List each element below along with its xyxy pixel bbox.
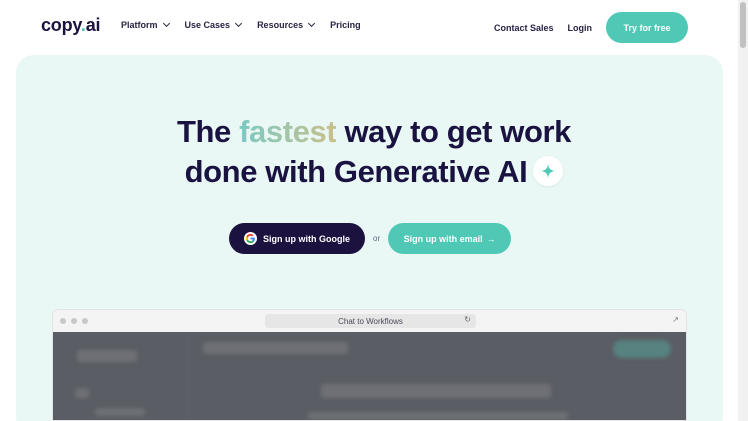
blurred-subtext	[308, 412, 568, 420]
blurred-title	[203, 342, 348, 354]
nav-label-platform: Platform	[121, 20, 158, 30]
or-separator: or	[373, 234, 381, 243]
logo-text-ai: ai	[85, 15, 101, 35]
sign-up-email-button[interactable]: Sign up with email →	[388, 223, 512, 254]
blurred-nav-icon	[75, 388, 89, 398]
blurred-logo	[77, 350, 137, 362]
product-preview-window: Chat to Workflows ↻ ↗	[52, 309, 687, 421]
browser-toolbar: Chat to Workflows ↻ ↗	[53, 310, 686, 332]
top-nav: copy.ai Platform Use Cases Resources Pri…	[0, 0, 738, 54]
email-button-label: Sign up with email	[403, 233, 483, 244]
blurred-button	[613, 340, 671, 358]
app-preview-screen	[53, 332, 686, 420]
google-icon	[244, 232, 257, 245]
signup-cta-row: Sign up with Google or Sign up with emai…	[229, 223, 512, 254]
right-nav: Contact Sales Login Try for free	[494, 12, 688, 43]
headline-line-1: The fastest way to get work	[0, 112, 748, 152]
scrollbar-thumb[interactable]	[740, 2, 746, 48]
login-link[interactable]: Login	[568, 23, 593, 33]
blurred-heading	[321, 384, 551, 398]
window-controls	[60, 318, 88, 324]
window-dot-icon	[82, 318, 88, 324]
address-bar-text: Chat to Workflows	[338, 316, 403, 326]
headline-prefix: The	[176, 114, 240, 149]
reload-icon: ↻	[464, 315, 471, 324]
chevron-down-icon	[162, 19, 170, 28]
page-scrollbar[interactable]	[738, 0, 748, 421]
nav-label-resources: Resources	[257, 20, 304, 30]
window-dot-icon	[60, 318, 66, 324]
nav-item-pricing[interactable]: Pricing	[330, 20, 361, 30]
nav-label-pricing: Pricing	[330, 20, 361, 30]
copyai-logo[interactable]: copy.ai	[41, 15, 101, 36]
hero-headline: The fastest way to get work done with Ge…	[0, 112, 748, 192]
chevron-down-icon	[235, 19, 243, 28]
headline-line-2: done with Generative AI	[0, 152, 748, 192]
logo-text-copy: copy	[41, 15, 81, 35]
window-dot-icon	[71, 318, 77, 324]
main-menu: Platform Use Cases Resources Pricing	[121, 19, 361, 30]
contact-sales-link[interactable]: Contact Sales	[494, 23, 554, 33]
nav-item-resources[interactable]: Resources	[257, 19, 316, 30]
sign-up-google-button[interactable]: Sign up with Google	[229, 223, 365, 254]
headline-highlight: fastest	[239, 114, 337, 149]
try-for-free-button[interactable]: Try for free	[606, 12, 688, 43]
nav-label-use-cases: Use Cases	[184, 20, 231, 30]
chevron-down-icon	[308, 19, 316, 28]
expand-icon: ↗	[672, 315, 679, 324]
google-button-label: Sign up with Google	[263, 233, 350, 244]
sparkle-icon	[533, 155, 564, 186]
nav-item-platform[interactable]: Platform	[121, 19, 170, 30]
blurred-divider	[187, 332, 188, 420]
nav-item-use-cases[interactable]: Use Cases	[184, 19, 243, 30]
blurred-nav-item	[95, 408, 145, 416]
headline-mid: way to get work	[336, 114, 572, 149]
address-bar: Chat to Workflows ↻	[265, 314, 476, 328]
arrow-right-icon: →	[486, 233, 496, 244]
headline-line2-text: done with Generative AI	[184, 154, 528, 189]
